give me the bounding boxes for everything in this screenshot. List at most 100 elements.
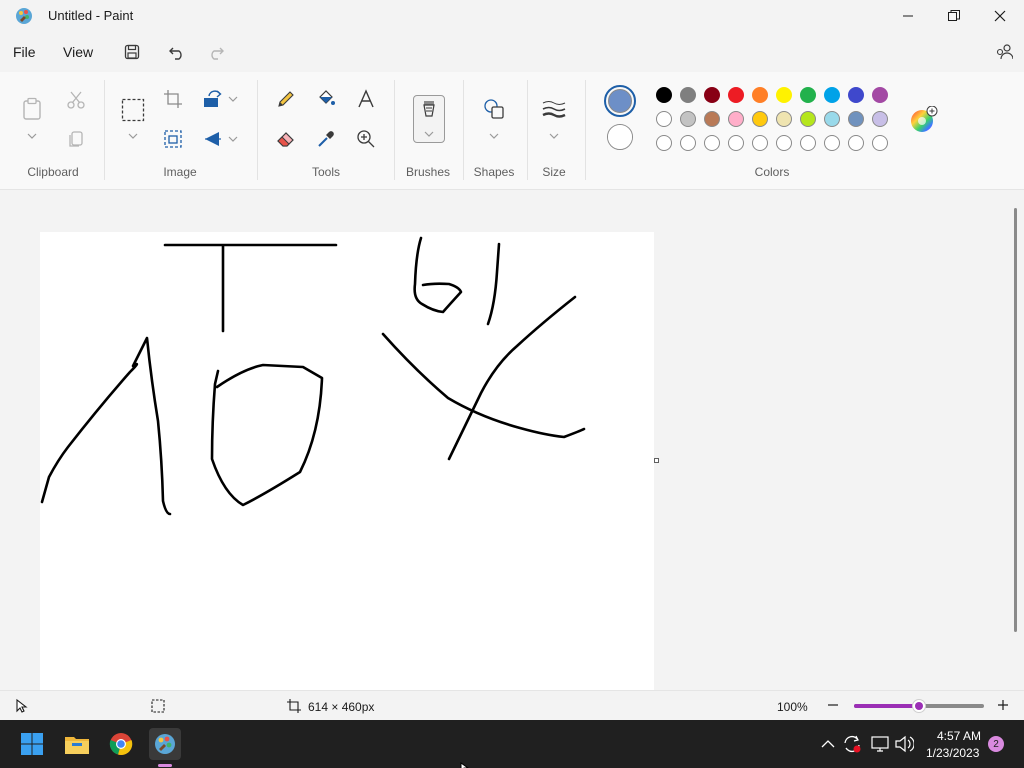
fill-tool[interactable] <box>313 86 339 112</box>
color-swatch[interactable] <box>776 87 792 103</box>
vertical-scrollbar[interactable] <box>1014 208 1017 632</box>
restore-button[interactable] <box>931 0 977 32</box>
color-swatch[interactable] <box>752 87 768 103</box>
paint-taskbar-button[interactable] <box>149 728 181 760</box>
zoom-slider-track[interactable] <box>854 699 984 713</box>
rotate-button[interactable] <box>200 86 226 112</box>
network-button[interactable] <box>870 734 890 754</box>
share-button[interactable] <box>992 40 1016 64</box>
edit-colors-button[interactable] <box>909 106 939 136</box>
group-label-brushes: Brushes <box>405 165 451 179</box>
color-swatch[interactable] <box>704 111 720 127</box>
resize-button[interactable] <box>160 126 186 152</box>
color-swatch[interactable] <box>776 111 792 127</box>
primary-color-button[interactable] <box>604 85 636 117</box>
color-swatch[interactable] <box>656 135 672 151</box>
windows-logo-icon <box>21 733 43 755</box>
text-tool[interactable] <box>353 86 379 112</box>
paint-bucket-icon <box>319 90 335 105</box>
minimize-button[interactable] <box>885 0 931 32</box>
drawing-canvas[interactable] <box>40 232 654 690</box>
color-swatch[interactable] <box>728 111 744 127</box>
save-button[interactable] <box>120 40 144 64</box>
group-label-tools: Tools <box>311 165 340 179</box>
color-swatch[interactable] <box>704 87 720 103</box>
size-button[interactable] <box>541 96 567 122</box>
flip-button[interactable] <box>200 126 226 152</box>
color-swatch[interactable] <box>680 111 696 127</box>
color-swatch[interactable] <box>800 135 816 151</box>
color-swatch[interactable] <box>752 111 768 127</box>
color-swatch[interactable] <box>872 111 888 127</box>
zoom-out-button[interactable] <box>826 698 840 715</box>
menu-file[interactable]: File <box>13 44 36 60</box>
color-swatch[interactable] <box>800 111 816 127</box>
magnifier-tool[interactable] <box>353 126 379 152</box>
show-hidden-icons-button[interactable] <box>818 734 838 754</box>
color-swatch[interactable] <box>848 135 864 151</box>
cut-button[interactable] <box>63 87 89 113</box>
select-button[interactable] <box>120 97 146 123</box>
redo-button[interactable] <box>204 40 228 64</box>
color-swatch[interactable] <box>752 135 768 151</box>
brushes-button[interactable] <box>413 95 445 143</box>
crop-button[interactable] <box>160 86 186 112</box>
color-swatch[interactable] <box>848 111 864 127</box>
minus-icon <box>828 704 838 706</box>
paint-app-icon <box>14 6 34 26</box>
color-swatch[interactable] <box>656 111 672 127</box>
speaker-icon <box>895 735 914 753</box>
group-label-size: Size <box>542 165 566 179</box>
group-label-clipboard: Clipboard <box>27 165 79 179</box>
secondary-color-button[interactable] <box>607 124 633 150</box>
eraser-icon <box>277 132 294 147</box>
color-swatch[interactable] <box>680 87 696 103</box>
copy-button[interactable] <box>63 126 89 152</box>
zoom-slider-thumb[interactable] <box>912 699 926 713</box>
taskbar: 4:57 AM 1/23/2023 2 <box>0 720 1024 768</box>
color-swatch[interactable] <box>848 87 864 103</box>
undo-button[interactable] <box>165 40 189 64</box>
color-swatch[interactable] <box>824 111 840 127</box>
sync-status-button[interactable] <box>842 734 862 754</box>
canvas-workspace <box>0 191 1024 690</box>
menu-view[interactable]: View <box>63 44 93 60</box>
color-swatch[interactable] <box>800 87 816 103</box>
chrome-taskbar-button[interactable] <box>105 728 137 760</box>
color-swatch[interactable] <box>728 87 744 103</box>
start-button[interactable] <box>16 728 48 760</box>
notification-badge[interactable]: 2 <box>988 736 1004 752</box>
mouse-cursor-icon <box>460 760 470 768</box>
color-swatch[interactable] <box>704 135 720 151</box>
chevron-down-icon[interactable] <box>228 95 238 103</box>
close-button[interactable] <box>977 0 1023 32</box>
color-swatch[interactable] <box>824 135 840 151</box>
chevron-down-icon[interactable] <box>489 132 499 140</box>
color-swatch[interactable] <box>776 135 792 151</box>
clock-time[interactable]: 4:57 AM <box>937 729 981 743</box>
status-bar: 614 × 460px 100% <box>0 690 1024 720</box>
color-swatch[interactable] <box>824 87 840 103</box>
ribbon-separator <box>463 80 464 180</box>
color-picker-tool[interactable] <box>313 126 339 152</box>
zoom-in-button[interactable] <box>996 698 1010 715</box>
ribbon-separator <box>527 80 528 180</box>
shapes-button[interactable] <box>481 96 507 122</box>
eraser-tool[interactable] <box>273 126 299 152</box>
color-swatch[interactable] <box>680 135 696 151</box>
clock-date[interactable]: 1/23/2023 <box>926 746 979 760</box>
chevron-down-icon[interactable] <box>228 135 238 143</box>
color-swatch[interactable] <box>872 135 888 151</box>
color-swatch[interactable] <box>728 135 744 151</box>
paste-button[interactable] <box>19 96 45 122</box>
pencil-tool[interactable] <box>273 86 299 112</box>
chevron-down-icon[interactable] <box>128 132 138 140</box>
redo-icon <box>211 47 224 60</box>
volume-button[interactable] <box>894 734 914 754</box>
file-explorer-taskbar-button[interactable] <box>61 728 93 760</box>
color-swatch[interactable] <box>872 87 888 103</box>
canvas-resize-handle[interactable] <box>654 458 659 463</box>
chevron-down-icon[interactable] <box>27 132 37 140</box>
color-swatch[interactable] <box>656 87 672 103</box>
chevron-down-icon[interactable] <box>549 132 559 140</box>
